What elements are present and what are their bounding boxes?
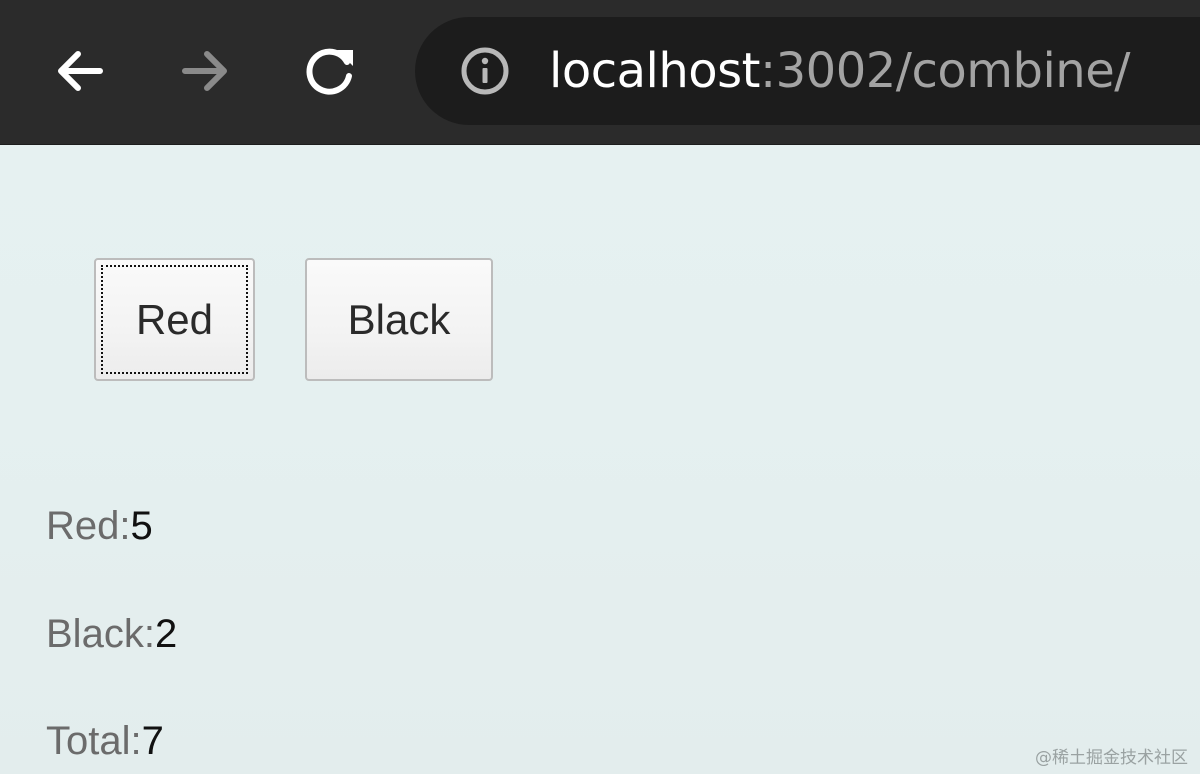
browser-toolbar: localhost:3002/combine/	[0, 0, 1200, 145]
url-path: :3002/combine/	[759, 43, 1130, 99]
red-button[interactable]: Red	[94, 258, 255, 381]
black-button[interactable]: Black	[305, 258, 493, 381]
arrow-left-icon	[58, 51, 103, 91]
arrow-right-icon	[182, 51, 227, 91]
red-count-label: Red:	[46, 504, 131, 548]
reload-icon	[306, 48, 353, 95]
watermark: @稀土掘金技术社区	[1035, 748, 1188, 768]
back-button[interactable]	[45, 36, 115, 106]
total-count-value: 7	[141, 719, 164, 763]
black-count-label: Black:	[46, 612, 155, 656]
black-count: Black:2	[46, 610, 177, 658]
url-text[interactable]: localhost:3002/combine/	[549, 41, 1130, 101]
red-count-value: 5	[130, 504, 153, 548]
total-count: Total:7	[46, 717, 164, 765]
black-count-value: 2	[154, 612, 178, 656]
address-bar[interactable]: localhost:3002/combine/	[415, 17, 1200, 125]
forward-button[interactable]	[170, 36, 240, 106]
url-host: localhost	[549, 43, 760, 99]
reload-button[interactable]	[295, 36, 365, 106]
red-count: Red:5	[46, 502, 153, 550]
info-icon[interactable]	[459, 45, 511, 97]
total-count-label: Total:	[46, 719, 142, 763]
